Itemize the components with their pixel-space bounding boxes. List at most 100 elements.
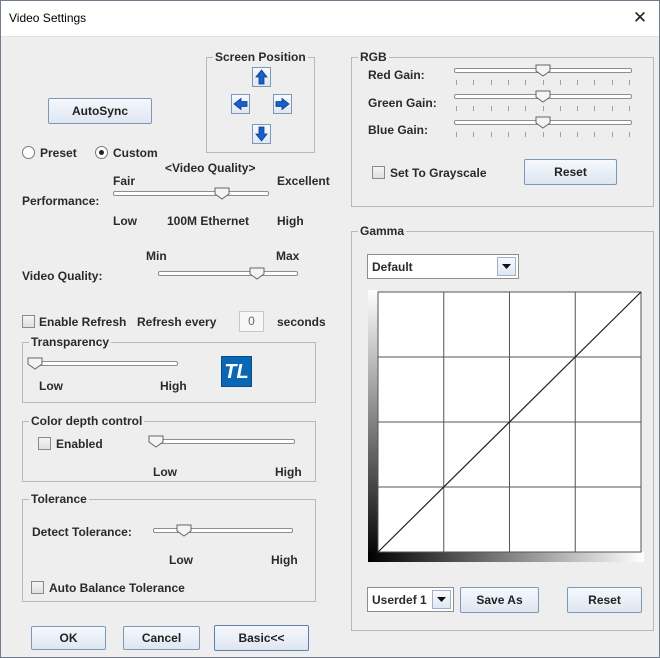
color-depth-slider-track[interactable] (150, 439, 295, 444)
slider-tick (594, 80, 595, 85)
close-button[interactable]: ✕ (627, 5, 653, 31)
red-gain-ticks (456, 80, 630, 85)
slider-tick (612, 132, 613, 137)
gamma-curve-graph[interactable] (368, 290, 644, 570)
tolerance-high-label: High (271, 553, 298, 567)
tolerance-slider-thumb[interactable] (176, 524, 192, 537)
slider-tick (543, 106, 544, 111)
gamma-save-as-button[interactable]: Save As (460, 587, 539, 613)
gamma-profile-value: Userdef 1 (372, 593, 427, 607)
slider-tick (508, 80, 509, 85)
slider-tick (525, 106, 526, 111)
gamma-profile-dropdown[interactable]: Userdef 1 (367, 587, 454, 612)
video-quality-min-label: Min (146, 249, 167, 263)
color-depth-legend: Color depth control (29, 414, 145, 428)
video-settings-dialog: Video Settings ✕ AutoSync Screen Positio… (0, 0, 660, 658)
slider-tick (491, 80, 492, 85)
grayscale-label: Set To Grayscale (390, 166, 487, 180)
performance-label: Performance: (22, 194, 100, 208)
slider-tick (525, 80, 526, 85)
arrow-down-icon (255, 126, 268, 142)
move-up-button[interactable] (252, 67, 271, 87)
green-gain-slider-thumb[interactable] (535, 90, 551, 103)
slider-tick (473, 106, 474, 111)
gamma-preset-dropdown[interactable]: Default (367, 254, 519, 279)
slider-tick (473, 132, 474, 137)
color-depth-high-label: High (275, 465, 302, 479)
chevron-down-icon (497, 257, 516, 276)
tolerance-legend: Tolerance (29, 492, 89, 506)
move-left-button[interactable] (231, 94, 250, 114)
screen-position-group: Screen Position (206, 50, 315, 153)
video-quality-slider-thumb[interactable] (249, 267, 265, 280)
custom-radio[interactable] (95, 146, 108, 159)
blue-gain-label: Blue Gain: (368, 123, 429, 137)
red-gain-label: Red Gain: (368, 68, 425, 82)
tl-logo-icon: TL (221, 356, 252, 387)
video-quality-max-label: Max (276, 249, 300, 263)
rgb-group: RGB Red Gain: Green Gain: Blue Gain: Set… (351, 50, 654, 207)
transparency-group: Transparency Low High TL (22, 335, 316, 403)
auto-balance-label: Auto Balance Tolerance (49, 581, 185, 595)
slider-tick (473, 80, 474, 85)
arrow-left-icon (233, 97, 248, 111)
video-quality-header: <Video Quality> (165, 161, 256, 175)
preset-radio[interactable] (22, 146, 35, 159)
performance-slider-thumb[interactable] (214, 187, 230, 200)
slider-tick (629, 132, 630, 137)
transparency-high-label: High (160, 379, 187, 393)
rgb-legend: RGB (358, 50, 389, 64)
slider-tick (525, 132, 526, 137)
slider-tick (577, 80, 578, 85)
transparency-slider-thumb[interactable] (27, 357, 43, 370)
slider-tick (491, 106, 492, 111)
rgb-reset-button[interactable]: Reset (524, 159, 617, 185)
gamma-preset-value: Default (372, 260, 413, 274)
cancel-button[interactable]: Cancel (123, 626, 200, 650)
slider-tick (594, 132, 595, 137)
slider-tick (560, 80, 561, 85)
enable-refresh-checkbox[interactable] (22, 315, 35, 328)
refresh-seconds-unit: seconds (277, 315, 326, 329)
blue-gain-ticks (456, 132, 630, 137)
transparency-low-label: Low (39, 379, 63, 393)
enable-refresh-label: Enable Refresh (39, 315, 127, 329)
slider-tick (612, 80, 613, 85)
grayscale-checkbox[interactable] (372, 166, 385, 179)
video-quality-slider-track[interactable] (158, 271, 298, 276)
performance-slider-track[interactable] (113, 191, 269, 196)
red-gain-slider-thumb[interactable] (535, 64, 551, 77)
auto-balance-checkbox[interactable] (31, 581, 44, 594)
slider-tick (612, 106, 613, 111)
basic-button[interactable]: Basic<< (214, 625, 309, 651)
performance-low-label: Low (113, 214, 137, 228)
screen-position-legend: Screen Position (213, 50, 308, 64)
title-bar: Video Settings ✕ (1, 1, 659, 37)
slider-tick (456, 80, 457, 85)
move-down-button[interactable] (252, 124, 271, 144)
slider-tick (577, 132, 578, 137)
slider-tick (629, 106, 630, 111)
arrow-up-icon (255, 69, 268, 85)
blue-gain-slider-thumb[interactable] (535, 116, 551, 129)
color-depth-slider-thumb[interactable] (148, 435, 164, 448)
performance-high-label: High (277, 214, 304, 228)
slider-tick (577, 106, 578, 111)
transparency-slider-track[interactable] (30, 361, 178, 366)
autosync-button[interactable]: AutoSync (48, 98, 152, 124)
tolerance-slider-track[interactable] (153, 528, 293, 533)
move-right-button[interactable] (273, 94, 292, 114)
tolerance-low-label: Low (169, 553, 193, 567)
gamma-reset-button[interactable]: Reset (567, 587, 642, 613)
custom-label: Custom (113, 146, 158, 160)
color-depth-enabled-checkbox[interactable] (38, 437, 51, 450)
slider-tick (456, 106, 457, 111)
green-gain-ticks (456, 106, 630, 111)
window-title: Video Settings (9, 11, 87, 25)
ok-button[interactable]: OK (31, 626, 106, 650)
refresh-seconds-input[interactable]: 0 (239, 311, 264, 332)
gamma-legend: Gamma (358, 224, 407, 238)
preset-label: Preset (40, 146, 77, 160)
slider-tick (629, 80, 630, 85)
slider-tick (560, 132, 561, 137)
